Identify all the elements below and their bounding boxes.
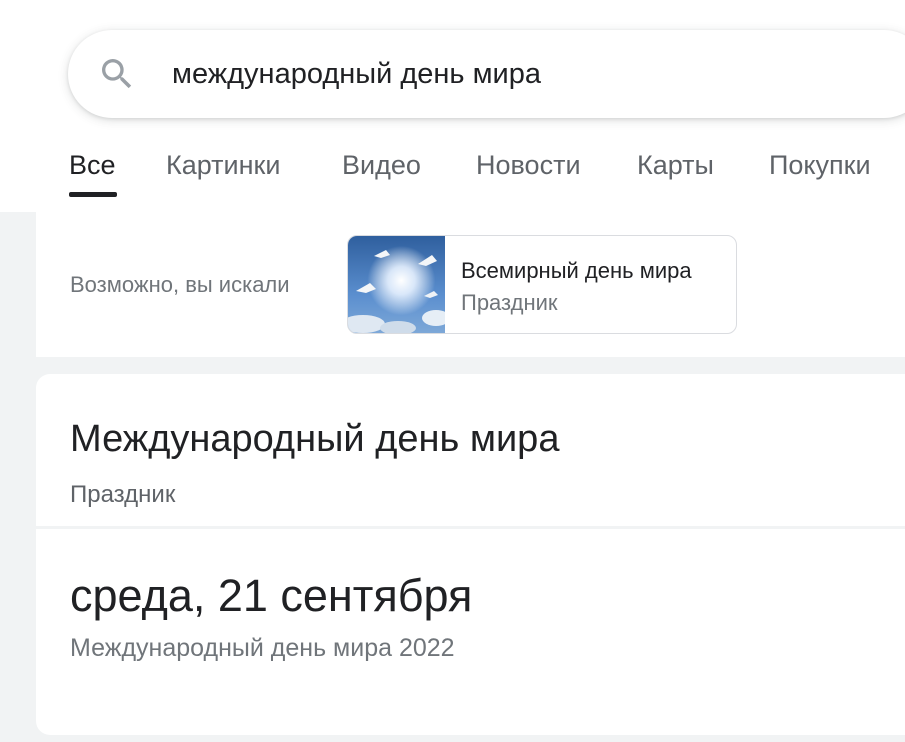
tab-maps[interactable]: Карты	[637, 150, 714, 198]
date-answer-card	[36, 529, 905, 735]
knowledge-panel-type: Праздник	[70, 481, 176, 508]
active-tab-indicator	[69, 192, 117, 197]
suggestion-chip[interactable]: Всемирный день мира Праздник	[347, 235, 737, 334]
search-icon[interactable]	[97, 54, 137, 94]
knowledge-panel-title: Международный день мира	[70, 418, 560, 460]
tab-all[interactable]: Все	[69, 150, 116, 198]
search-tabs: Все Картинки Видео Новости Карты Покупки	[0, 150, 905, 198]
tab-shopping[interactable]: Покупки	[769, 150, 871, 198]
date-caption: Международный день мира 2022	[70, 634, 455, 662]
suggestion-title: Всемирный день мира	[461, 258, 692, 283]
suggestion-subtitle: Праздник	[461, 290, 558, 315]
did-you-mean-label: Возможно, вы искали	[70, 272, 290, 297]
tab-video[interactable]: Видео	[342, 150, 421, 198]
search-input[interactable]	[172, 50, 872, 98]
tab-news[interactable]: Новости	[476, 150, 581, 198]
date-answer: среда, 21 сентября	[70, 570, 473, 621]
doves-sky-image	[348, 236, 445, 333]
tab-images[interactable]: Картинки	[166, 150, 280, 198]
